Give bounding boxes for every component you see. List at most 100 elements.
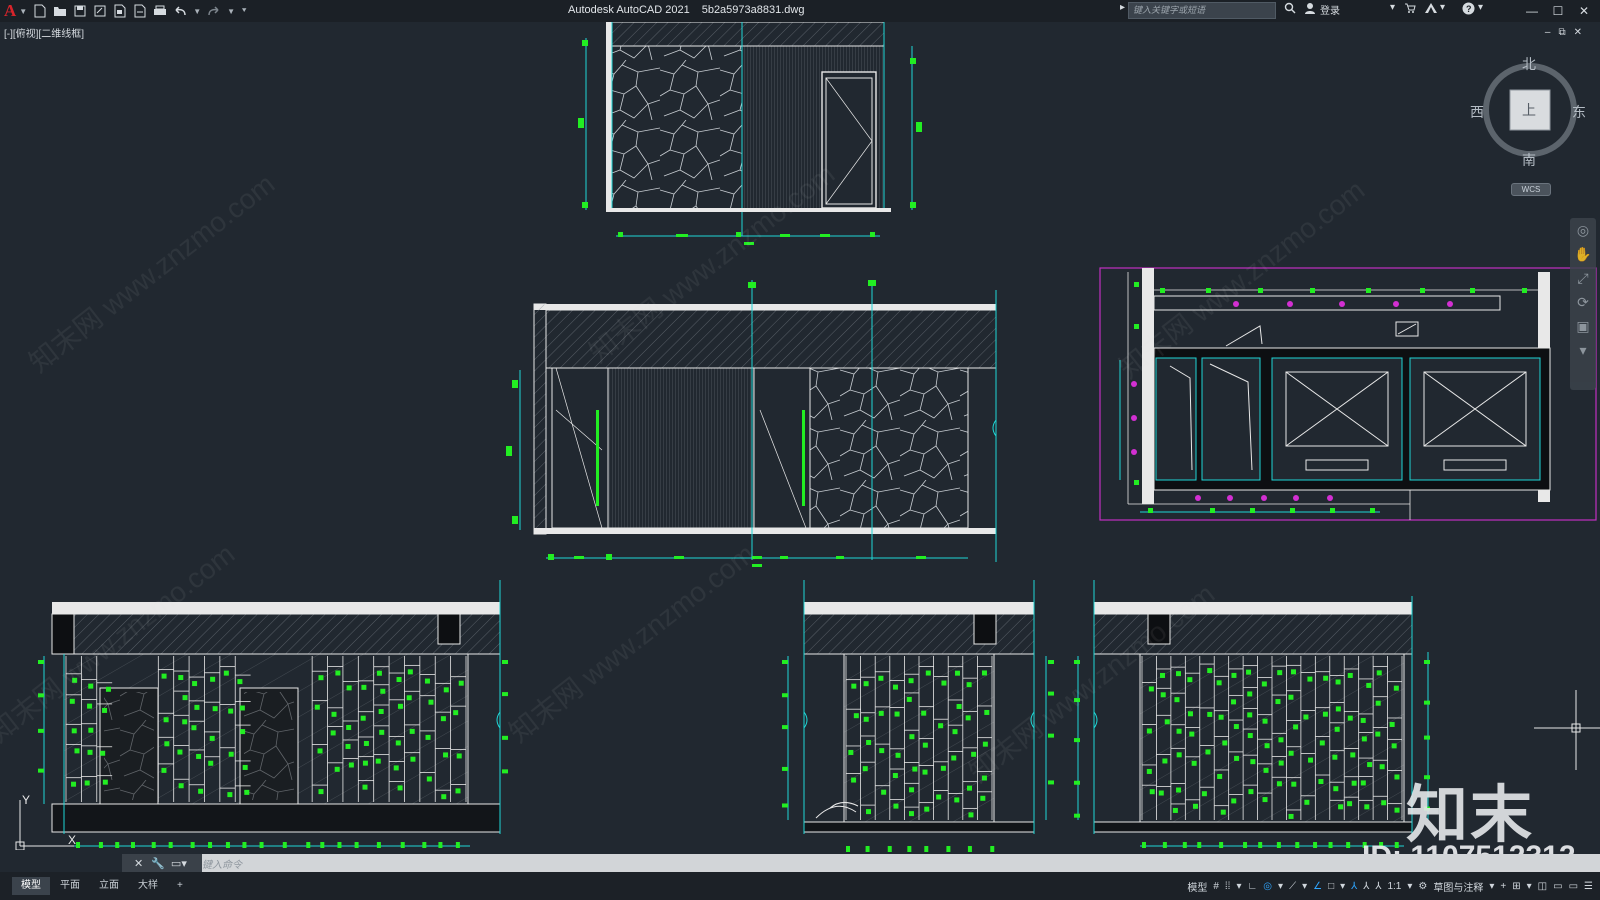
- tab-model[interactable]: 模型: [12, 877, 50, 895]
- polar-tracking-icon[interactable]: ◎: [1263, 881, 1272, 892]
- dimension-marker: [87, 703, 93, 709]
- viewport-window-controls[interactable]: –⧉✕: [1545, 27, 1590, 38]
- save-icon[interactable]: [71, 3, 89, 19]
- recent-commands-icon[interactable]: ▭▾: [171, 857, 187, 870]
- minimize-button[interactable]: —: [1520, 1, 1544, 21]
- dimension-marker: [1303, 714, 1309, 720]
- isodraft-icon[interactable]: ⟋: [1289, 881, 1296, 892]
- dimension-marker: [1074, 813, 1080, 818]
- viewcube-east[interactable]: 东: [1572, 102, 1586, 122]
- search-expand-icon[interactable]: ▸: [1120, 2, 1125, 13]
- application-menu-icon[interactable]: A: [4, 1, 16, 21]
- dimension-marker: [1394, 774, 1400, 780]
- showmotion-icon[interactable]: ▣: [1570, 314, 1596, 338]
- search-input[interactable]: 键入关键字或短语: [1128, 2, 1276, 19]
- dimension-marker: [878, 675, 884, 681]
- grid-icon[interactable]: #: [1213, 881, 1219, 892]
- polar-caret-icon[interactable]: ▾: [1278, 881, 1283, 892]
- annotation-scale-icon[interactable]: ⅄: [1375, 881, 1381, 892]
- dimension-marker: [282, 842, 287, 848]
- user-icon[interactable]: [1304, 2, 1316, 14]
- open-file-icon[interactable]: [51, 3, 69, 19]
- viewcube-west[interactable]: 西: [1470, 102, 1484, 122]
- dimension-marker: [940, 765, 946, 771]
- dimension-marker: [502, 692, 508, 697]
- dimension-marker: [210, 676, 216, 682]
- save-to-web-icon[interactable]: [131, 3, 149, 19]
- login-caret-icon[interactable]: ▾: [1390, 2, 1395, 13]
- units-caret-icon[interactable]: ▾: [1527, 881, 1532, 892]
- dimension-marker: [196, 753, 202, 759]
- help-icon[interactable]: ?: [1462, 2, 1475, 15]
- annotation-visibility-icon[interactable]: ⅄: [1351, 881, 1357, 892]
- dimension-marker: [1189, 731, 1195, 737]
- app-menu-caret[interactable]: ▼: [19, 7, 27, 16]
- command-input[interactable]: 键入命令: [202, 856, 242, 871]
- dimension-marker: [1375, 731, 1381, 737]
- hardware-acceleration-icon[interactable]: ▭: [1553, 881, 1562, 892]
- object-snap-icon[interactable]: □: [1328, 881, 1334, 892]
- dimension-marker: [455, 842, 460, 848]
- help-caret-icon[interactable]: ▾: [1478, 2, 1483, 13]
- workspace-switch[interactable]: 草图与注释: [1433, 879, 1483, 894]
- autodesk-a360-icon[interactable]: [1424, 2, 1438, 14]
- units-icon[interactable]: ⊞: [1512, 881, 1520, 892]
- customize-toolbar-icon[interactable]: ⯆: [241, 6, 247, 16]
- isolate-objects-icon[interactable]: ◫: [1538, 881, 1547, 892]
- navbar-options-icon[interactable]: ▾: [1570, 338, 1596, 362]
- search-icon[interactable]: [1284, 2, 1296, 14]
- annotation-monitor-icon[interactable]: +: [1500, 881, 1506, 892]
- pan-icon[interactable]: ✋: [1570, 242, 1596, 266]
- osnap-caret-icon[interactable]: ▾: [1340, 881, 1345, 892]
- dimension-marker: [335, 670, 341, 676]
- dimension-marker: [345, 743, 351, 749]
- customize-command-icon[interactable]: 🔧: [151, 857, 165, 870]
- new-file-icon[interactable]: [31, 3, 49, 19]
- plot-icon[interactable]: [151, 3, 169, 19]
- tab-elevation[interactable]: 立面: [90, 877, 128, 895]
- ortho-icon[interactable]: ∟: [1248, 881, 1258, 892]
- orbit-icon[interactable]: ⟳: [1570, 290, 1596, 314]
- model-space-button[interactable]: 模型: [1187, 879, 1207, 894]
- maximize-button[interactable]: ☐: [1546, 1, 1570, 21]
- annotation-scale-value[interactable]: 1:1: [1387, 881, 1401, 892]
- svg-text:Y: Y: [22, 793, 30, 807]
- dimension-marker: [71, 728, 77, 734]
- steering-wheel-icon[interactable]: ◎: [1570, 218, 1596, 242]
- viewcube-south[interactable]: 南: [1522, 150, 1536, 170]
- scale-caret-icon[interactable]: ▾: [1407, 881, 1412, 892]
- auto-scale-icon[interactable]: ⅄: [1363, 881, 1369, 892]
- a360-caret-icon[interactable]: ▾: [1440, 2, 1445, 13]
- workspace-gear-icon[interactable]: ⚙: [1418, 881, 1427, 892]
- close-button[interactable]: ✕: [1572, 1, 1596, 21]
- redo-icon[interactable]: [205, 3, 223, 19]
- snap-icon[interactable]: ⁞⁞: [1225, 881, 1231, 892]
- add-layout-icon[interactable]: +: [168, 877, 192, 895]
- clean-screen-icon[interactable]: ▭: [1569, 881, 1578, 892]
- cart-icon[interactable]: [1404, 2, 1416, 14]
- wcs-menu[interactable]: WCS: [1511, 183, 1551, 196]
- tab-plan[interactable]: 平面: [51, 877, 89, 895]
- customization-menu-icon[interactable]: ☰: [1584, 881, 1593, 892]
- dimension-marker: [428, 699, 434, 705]
- close-command-icon[interactable]: ✕: [134, 857, 143, 870]
- workspace-caret-icon[interactable]: ▾: [1489, 881, 1494, 892]
- viewcube-north[interactable]: 北: [1522, 54, 1536, 74]
- viewport-controls-label[interactable]: [-][俯视][二维线框]: [4, 25, 84, 40]
- viewcube[interactable]: 北 南 东 西 上: [1470, 56, 1588, 170]
- viewcube-top-face[interactable]: 上: [1522, 100, 1536, 120]
- undo-caret[interactable]: ▼: [193, 7, 201, 16]
- iso-caret-icon[interactable]: ▾: [1302, 881, 1307, 892]
- open-from-web-icon[interactable]: [111, 3, 129, 19]
- redo-caret[interactable]: ▼: [227, 7, 235, 16]
- dimension-marker: [225, 842, 230, 848]
- command-line-bar[interactable]: [122, 854, 1600, 872]
- zoom-extents-icon[interactable]: ⤢: [1570, 266, 1596, 290]
- login-button[interactable]: 登录: [1320, 2, 1340, 17]
- drawing-canvas[interactable]: 知末网 www.znzmo.com 知末网 www.znzmo.com 知末网 …: [0, 21, 1600, 874]
- save-as-icon[interactable]: [91, 3, 109, 19]
- tab-detail[interactable]: 大样: [129, 877, 167, 895]
- object-snap-tracking-icon[interactable]: ∠: [1313, 881, 1322, 892]
- snap-caret-icon[interactable]: ▾: [1236, 881, 1241, 892]
- undo-icon[interactable]: [171, 3, 189, 19]
